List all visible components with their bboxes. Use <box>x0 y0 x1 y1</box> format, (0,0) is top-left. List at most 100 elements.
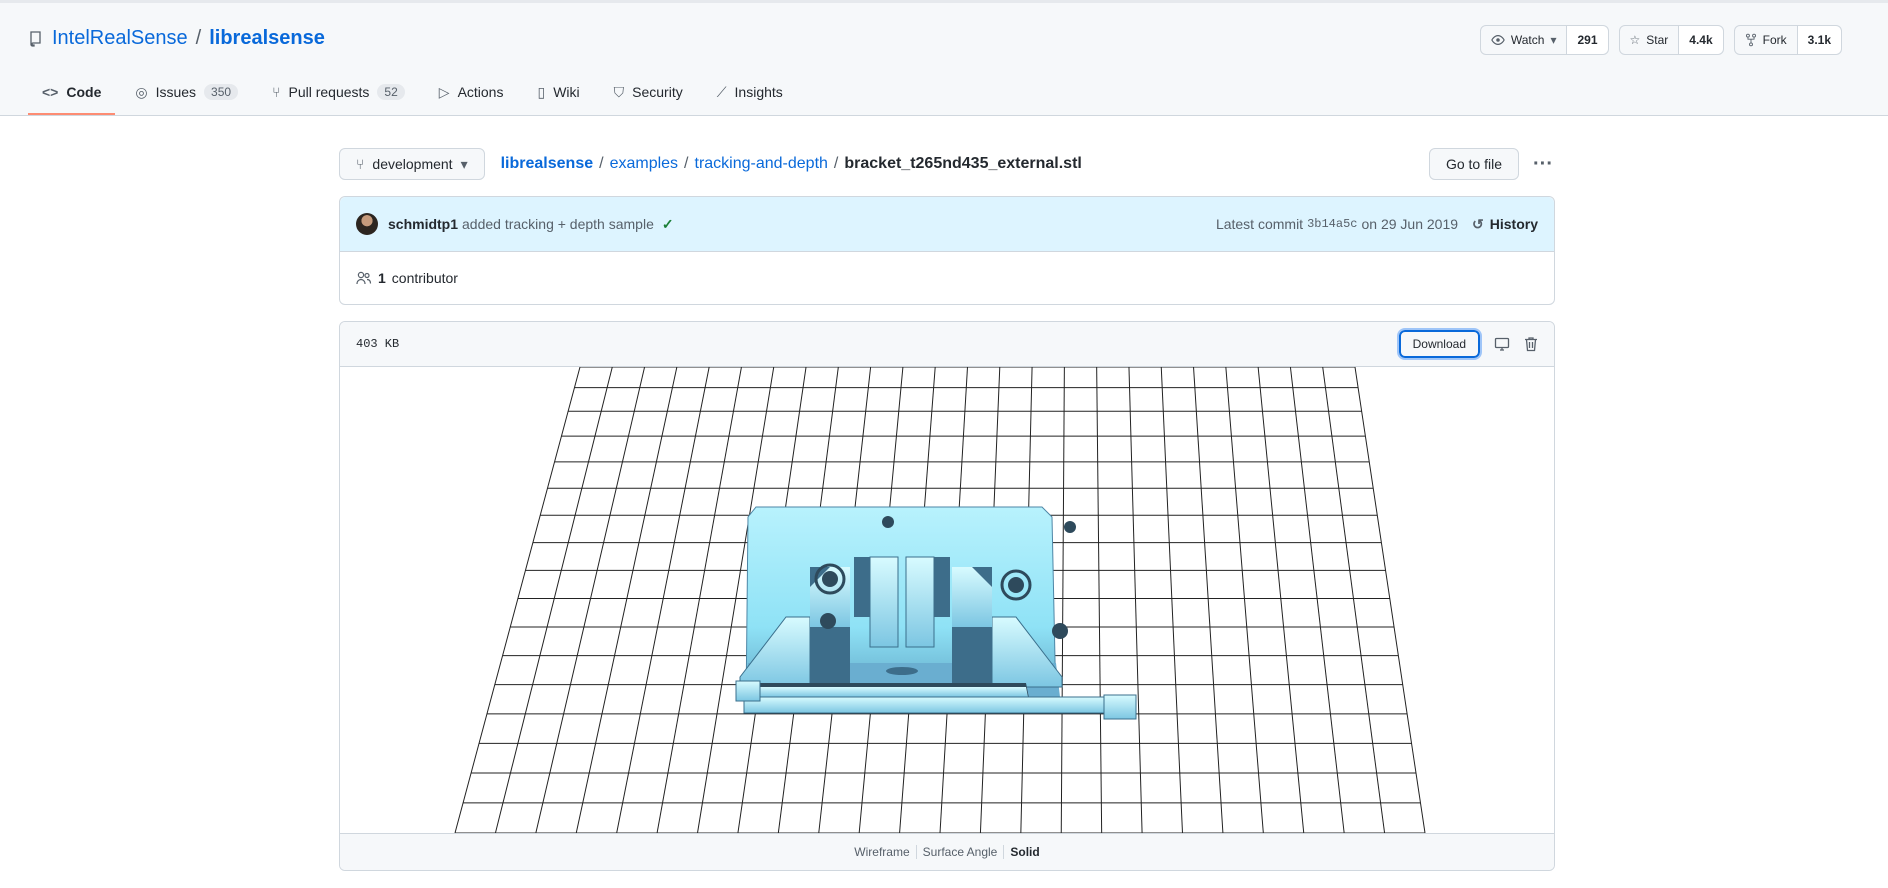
repo-header: IntelRealSense / librealsense Watch ▾ 29… <box>0 0 1888 116</box>
file-viewer-box: 403 KB Download Wireframe Surface Angle … <box>339 321 1555 871</box>
watch-label: Watch <box>1510 33 1545 47</box>
repo-actions: Watch ▾ 291 ☆ Star 4.4k Fork 3.1k <box>1479 25 1842 55</box>
grid-line <box>1060 367 1065 833</box>
tab-label: Code <box>66 84 102 100</box>
desktop-icon[interactable] <box>1494 336 1510 352</box>
view-mode-wireframe[interactable]: Wireframe <box>848 845 915 859</box>
fork-icon <box>1745 33 1757 47</box>
shield-icon: ⛉ <box>613 83 625 100</box>
people-icon <box>356 271 372 285</box>
repo-icon <box>28 30 44 47</box>
tab-pull-requests[interactable]: ⑂ Pull requests 52 <box>258 69 419 115</box>
chevron-down-icon: ▾ <box>1550 33 1557 47</box>
watch-button-group: Watch ▾ 291 <box>1479 25 1609 55</box>
bracket-model <box>735 506 1137 720</box>
file-actions: Download <box>1396 328 1538 360</box>
star-label: Star <box>1646 33 1669 47</box>
view-mode-solid[interactable]: Solid <box>1004 845 1045 859</box>
stl-render <box>454 367 1426 833</box>
watch-count[interactable]: 291 <box>1566 26 1608 54</box>
file-header: 403 KB Download <box>340 322 1554 367</box>
breadcrumb-examples-link[interactable]: examples <box>610 155 678 173</box>
commit-box: schmidtp1 added tracking + depth sample … <box>339 196 1555 305</box>
check-icon: ✓ <box>661 215 674 232</box>
play-icon: ▷ <box>438 83 450 100</box>
grid-line <box>1193 367 1224 833</box>
watch-button[interactable]: Watch ▾ <box>1481 26 1567 54</box>
history-link[interactable]: ↺ History <box>1472 216 1538 233</box>
grid-line <box>1257 367 1305 833</box>
breadcrumb-file-name: bracket_t265nd435_external.stl <box>844 155 1082 172</box>
breadcrumb-separator: / <box>684 155 689 172</box>
fork-label: Fork <box>1762 33 1787 47</box>
tab-label: Pull requests <box>288 84 370 100</box>
breadcrumb-repo-link[interactable]: librealsense <box>501 155 594 173</box>
repo-name-link[interactable]: librealsense <box>209 27 325 50</box>
main-content: ⑂ development ▾ librealsense / examples … <box>339 146 1555 871</box>
go-to-file-button[interactable]: Go to file <box>1428 148 1519 180</box>
pr-counter: 52 <box>377 84 405 100</box>
repo-title: IntelRealSense / librealsense <box>28 27 325 50</box>
commit-sha-link[interactable]: 3b14a5c <box>1307 217 1357 231</box>
tab-issues[interactable]: ◎ Issues 350 <box>121 69 252 115</box>
more-options-icon[interactable]: ··· <box>1531 153 1555 176</box>
grid-line <box>575 367 678 833</box>
breadcrumb: librealsense / examples / tracking-and-d… <box>501 155 1082 173</box>
contributors-row[interactable]: 1 contributor <box>340 252 1554 304</box>
tab-code[interactable]: <> Code <box>28 69 116 115</box>
branch-icon: ⑂ <box>356 156 365 172</box>
stl-3d-viewer[interactable] <box>340 367 1554 833</box>
contributor-label: contributor <box>391 270 458 286</box>
code-icon: <> <box>42 84 59 100</box>
star-count[interactable]: 4.4k <box>1678 26 1723 54</box>
grid-line <box>1354 367 1426 833</box>
view-mode-surface-angle[interactable]: Surface Angle <box>917 845 1004 859</box>
commit-author-link[interactable]: schmidtp1 <box>388 216 458 232</box>
tab-security[interactable]: ⛉ Security <box>600 69 697 115</box>
grid-line <box>656 367 742 833</box>
issues-counter: 350 <box>204 84 239 100</box>
repo-owner-link[interactable]: IntelRealSense <box>52 27 188 50</box>
tab-label: Wiki <box>553 84 580 100</box>
branch-select-button[interactable]: ⑂ development ▾ <box>339 148 485 180</box>
grid-line <box>616 367 710 833</box>
repo-nav-tabs: <> Code ◎ Issues 350 ⑂ Pull requests 52 … <box>28 69 797 115</box>
pr-icon: ⑂ <box>272 84 281 100</box>
star-button[interactable]: ☆ Star <box>1620 26 1679 54</box>
tab-insights[interactable]: ⟋ Insights <box>703 69 797 115</box>
breadcrumb-separator: / <box>833 155 839 172</box>
file-path-row: ⑂ development ▾ librealsense / examples … <box>339 146 1555 182</box>
repo-separator: / <box>195 27 202 49</box>
tab-label: Actions <box>457 84 504 100</box>
issue-icon: ◎ <box>135 83 148 100</box>
book-icon: ▯ <box>537 83 546 100</box>
grid-line <box>1322 367 1386 833</box>
grid-line <box>535 367 646 833</box>
grid-line <box>1096 367 1103 833</box>
grid-line <box>454 367 581 833</box>
grid-line <box>494 367 613 833</box>
fork-button[interactable]: Fork <box>1735 26 1797 54</box>
chevron-down-icon: ▾ <box>460 155 468 172</box>
history-icon: ↺ <box>1472 215 1484 232</box>
star-icon: ☆ <box>1629 33 1641 47</box>
breadcrumb-tracking-link[interactable]: tracking-and-depth <box>695 155 828 173</box>
eye-icon <box>1491 33 1505 47</box>
tab-actions[interactable]: ▷ Actions <box>425 69 518 115</box>
file-size: 403 KB <box>356 337 400 351</box>
graph-icon: ⟋ <box>716 83 727 100</box>
avatar[interactable] <box>356 213 378 235</box>
grid-line <box>1225 367 1264 833</box>
breadcrumb-separator: / <box>599 155 604 172</box>
tab-label: Security <box>632 84 683 100</box>
tab-label: Issues <box>155 84 197 100</box>
grid-line <box>1160 367 1183 833</box>
commit-meta: Latest commit 3b14a5c on 29 Jun 2019 <box>1216 216 1458 232</box>
commit-message-link[interactable]: added tracking + depth sample <box>462 216 654 232</box>
tab-wiki[interactable]: ▯ Wiki <box>523 69 593 115</box>
grid-line <box>1128 367 1143 833</box>
contributor-count: 1 <box>378 270 386 286</box>
fork-count[interactable]: 3.1k <box>1796 26 1841 54</box>
download-button[interactable]: Download <box>1396 328 1483 360</box>
trash-icon[interactable] <box>1524 336 1538 352</box>
